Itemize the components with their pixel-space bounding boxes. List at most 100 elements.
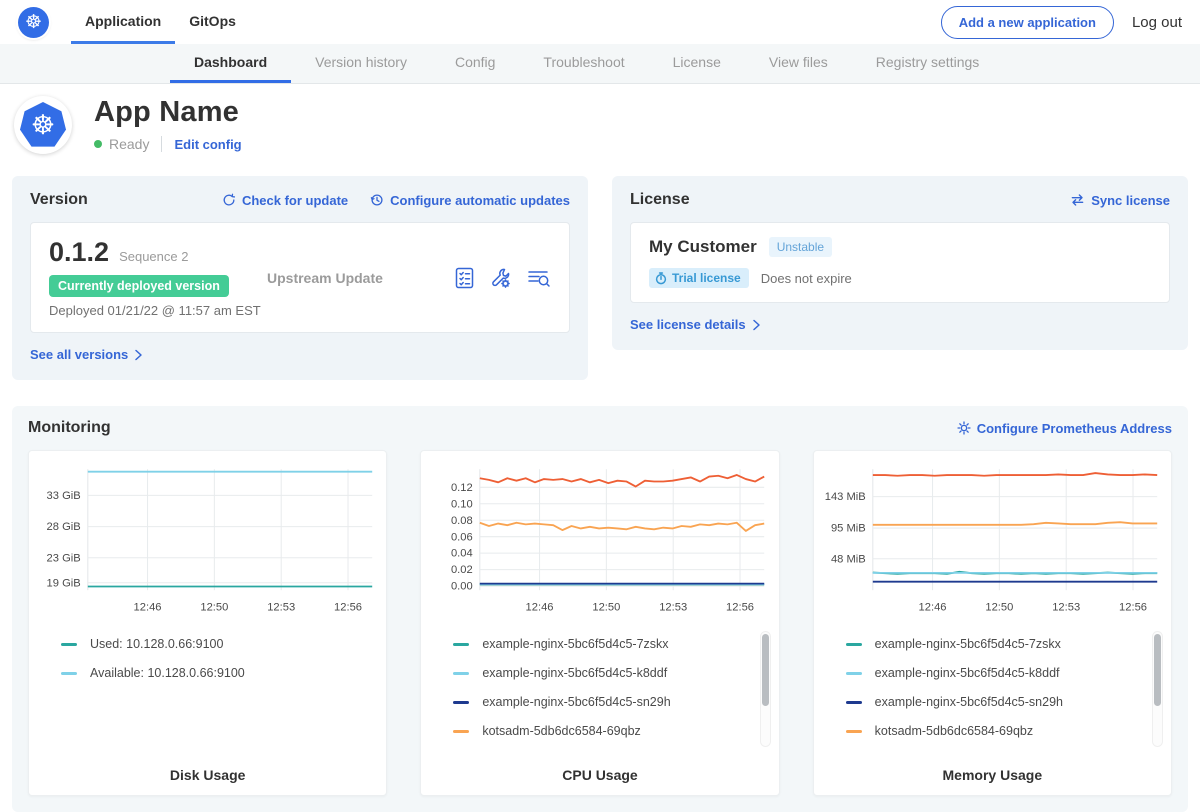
- memory-usage-legend: example-nginx-5bc6f5d4c5-7zskx example-ng…: [820, 633, 1165, 761]
- legend-label: kotsadm-5db6dc6584-69qbz: [875, 724, 1033, 738]
- configure-automatic-updates-link[interactable]: Configure automatic updates: [370, 193, 570, 208]
- current-version-card: 0.1.2 Sequence 2 Currently deployed vers…: [30, 222, 570, 333]
- svg-text:12:56: 12:56: [1119, 602, 1147, 614]
- legend-color-dash: [846, 730, 862, 733]
- tab-registry-settings[interactable]: Registry settings: [852, 44, 1003, 83]
- svg-text:23 GiB: 23 GiB: [47, 552, 81, 564]
- license-panel-title: License: [630, 191, 690, 209]
- divider: [161, 136, 162, 152]
- license-type-badge: Trial license: [649, 268, 749, 288]
- logout-button[interactable]: Log out: [1132, 14, 1182, 31]
- legend-item: example-nginx-5bc6f5d4c5-sn29h: [453, 695, 748, 709]
- config-tools-icon[interactable]: [490, 267, 512, 289]
- svg-text:12:53: 12:53: [660, 602, 688, 614]
- legend-scrollbar-thumb[interactable]: [762, 634, 769, 706]
- topnav-tab-application[interactable]: Application: [71, 0, 175, 44]
- topnav-tabs: ApplicationGitOps: [71, 0, 250, 44]
- deployed-badge: Currently deployed version: [49, 275, 229, 297]
- legend-label: example-nginx-5bc6f5d4c5-k8ddf: [482, 666, 667, 680]
- legend-color-dash: [846, 643, 862, 646]
- svg-text:48 MiB: 48 MiB: [831, 553, 866, 565]
- kubernetes-logo[interactable]: ☸: [18, 7, 49, 38]
- svg-text:0.06: 0.06: [451, 531, 473, 543]
- legend-color-dash: [61, 672, 77, 675]
- diff-view-icon[interactable]: [527, 267, 551, 289]
- svg-text:0.08: 0.08: [451, 515, 473, 527]
- topnav-tab-gitops[interactable]: GitOps: [175, 0, 250, 44]
- legend-item: example-nginx-5bc6f5d4c5-sn29h: [846, 695, 1141, 709]
- tab-dashboard[interactable]: Dashboard: [170, 44, 291, 83]
- svg-text:12:50: 12:50: [985, 602, 1013, 614]
- k8s-wheel-icon: ☸: [25, 13, 42, 32]
- license-panel: License Sync license My Customer Unstabl…: [612, 176, 1188, 350]
- add-new-application-button[interactable]: Add a new application: [941, 6, 1114, 39]
- tab-config[interactable]: Config: [431, 44, 519, 83]
- legend-color-dash: [453, 701, 469, 704]
- legend-item: example-nginx-5bc6f5d4c5-7zskx: [453, 637, 748, 651]
- svg-text:12:50: 12:50: [593, 602, 621, 614]
- version-panel: Version Check for update Configure autom…: [12, 176, 588, 380]
- gear-icon: [957, 421, 971, 435]
- memory-usage-chart-card: 143 MiB95 MiB48 MiB12:4612:5012:5312:56 …: [813, 450, 1172, 796]
- legend-label: example-nginx-5bc6f5d4c5-7zskx: [875, 637, 1061, 651]
- svg-text:12:46: 12:46: [134, 602, 162, 614]
- chevron-right-icon: [134, 349, 143, 361]
- chart-title: Memory Usage: [820, 767, 1165, 783]
- chart-title: CPU Usage: [427, 767, 772, 783]
- app-sub-nav: DashboardVersion historyConfigTroublesho…: [0, 44, 1200, 84]
- svg-text:12:53: 12:53: [267, 602, 295, 614]
- deployed-timestamp: Deployed 01/21/22 @ 11:57 am EST: [49, 303, 267, 318]
- chart-title: Disk Usage: [35, 767, 380, 783]
- top-nav: ☸ ApplicationGitOps Add a new applicatio…: [0, 0, 1200, 44]
- edit-config-link[interactable]: Edit config: [174, 137, 241, 152]
- channel-badge: Unstable: [769, 237, 832, 257]
- chevron-right-icon: [752, 319, 761, 331]
- svg-text:19 GiB: 19 GiB: [47, 577, 81, 589]
- see-license-details-link[interactable]: See license details: [630, 317, 761, 332]
- version-number: 0.1.2: [49, 237, 109, 268]
- legend-label: Available: 10.128.0.66:9100: [90, 666, 245, 680]
- disk-usage-chart: 33 GiB28 GiB23 GiB19 GiB12:4612:5012:531…: [35, 461, 380, 623]
- topnav-right: Add a new application Log out: [941, 6, 1182, 39]
- clock-rotate-icon: [370, 193, 384, 207]
- tab-version-history[interactable]: Version history: [291, 44, 431, 83]
- sync-license-link[interactable]: Sync license: [1070, 193, 1170, 208]
- svg-text:143 MiB: 143 MiB: [824, 491, 865, 503]
- subnav-tabs: DashboardVersion historyConfigTroublesho…: [170, 44, 1003, 83]
- cpu-usage-chart-card: 0.120.100.080.060.040.020.0012:4612:5012…: [420, 450, 779, 796]
- svg-text:95 MiB: 95 MiB: [831, 523, 866, 535]
- app-avatar: ☸: [14, 96, 72, 154]
- legend-item: example-nginx-5bc6f5d4c5-k8ddf: [453, 666, 748, 680]
- svg-text:12:56: 12:56: [334, 602, 362, 614]
- memory-usage-chart: 143 MiB95 MiB48 MiB12:4612:5012:5312:56: [820, 461, 1165, 623]
- monitoring-section: Monitoring Configure Prometheus Address …: [12, 406, 1188, 812]
- legend-item: Used: 10.128.0.66:9100: [61, 637, 356, 651]
- legend-label: example-nginx-5bc6f5d4c5-7zskx: [482, 637, 668, 651]
- stopwatch-icon: [655, 272, 667, 285]
- legend-label: example-nginx-5bc6f5d4c5-k8ddf: [875, 666, 1060, 680]
- cpu-usage-legend: example-nginx-5bc6f5d4c5-7zskx example-ng…: [427, 633, 772, 761]
- see-all-versions-link[interactable]: See all versions: [30, 347, 143, 362]
- legend-scrollbar[interactable]: [760, 631, 771, 747]
- charts-row: 33 GiB28 GiB23 GiB19 GiB12:4612:5012:531…: [28, 450, 1172, 796]
- page-title: App Name: [94, 96, 242, 129]
- cpu-usage-chart: 0.120.100.080.060.040.020.0012:4612:5012…: [427, 461, 772, 623]
- monitoring-title: Monitoring: [28, 419, 111, 437]
- customer-name: My Customer: [649, 237, 757, 257]
- tab-license[interactable]: License: [649, 44, 745, 83]
- svg-text:12:53: 12:53: [1052, 602, 1080, 614]
- disk-usage-chart-card: 33 GiB28 GiB23 GiB19 GiB12:4612:5012:531…: [28, 450, 387, 796]
- check-for-update-link[interactable]: Check for update: [222, 193, 348, 208]
- configure-prometheus-link[interactable]: Configure Prometheus Address: [957, 421, 1172, 436]
- k8s-wheel-icon: ☸: [31, 112, 55, 139]
- kubernetes-app-icon: ☸: [20, 102, 66, 148]
- legend-scrollbar-thumb[interactable]: [1154, 634, 1161, 706]
- legend-scrollbar[interactable]: [1152, 631, 1163, 747]
- legend-label: kotsadm-5db6dc6584-69qbz: [482, 724, 640, 738]
- tab-troubleshoot[interactable]: Troubleshoot: [519, 44, 648, 83]
- svg-text:12:50: 12:50: [200, 602, 228, 614]
- status-dot: [94, 140, 102, 148]
- tab-view-files[interactable]: View files: [745, 44, 852, 83]
- release-notes-icon[interactable]: [454, 267, 475, 289]
- svg-text:12:46: 12:46: [526, 602, 554, 614]
